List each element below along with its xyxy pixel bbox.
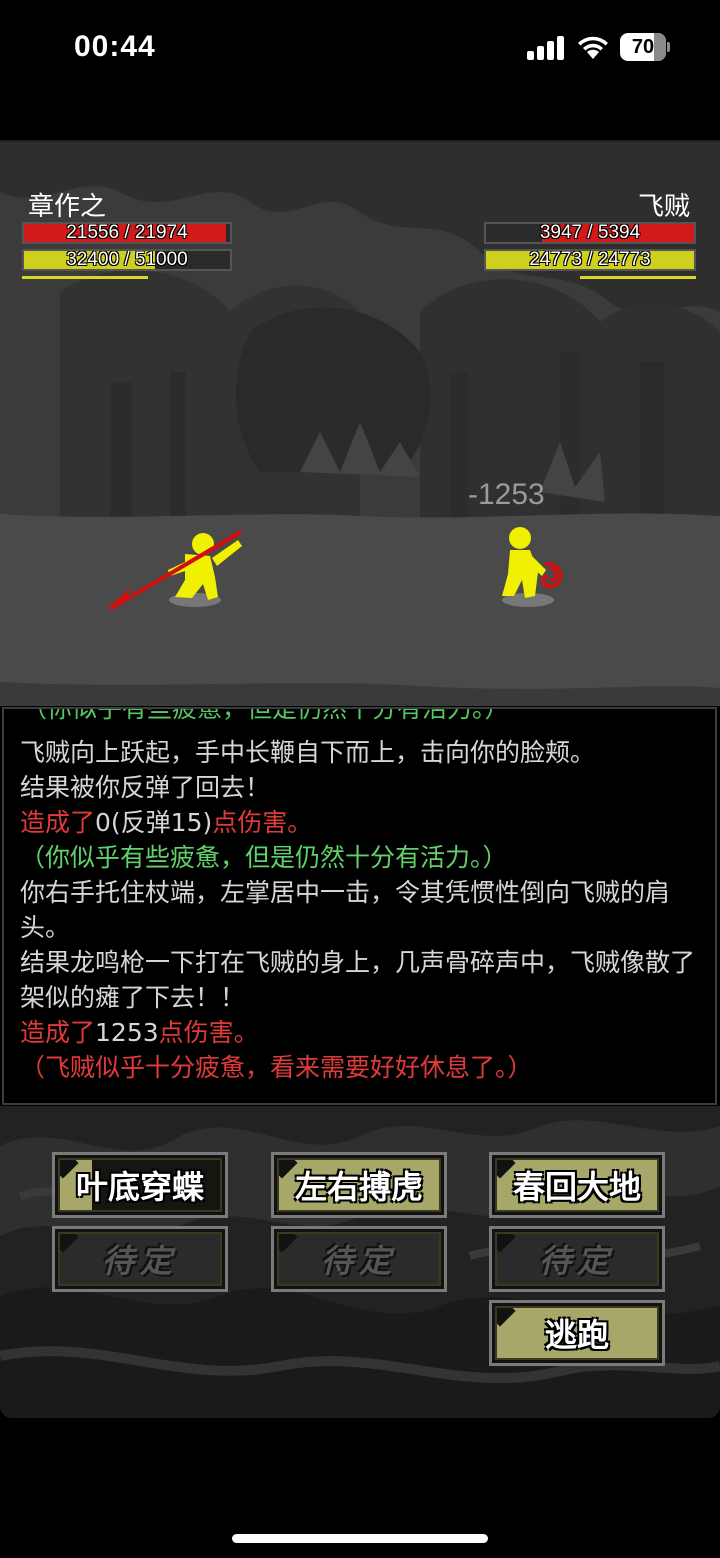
status-bar: 00:44 70 xyxy=(0,0,720,96)
skill-button-2[interactable]: 左右搏虎 xyxy=(271,1152,447,1218)
player-character xyxy=(108,530,242,610)
slot-label-2: 待定 xyxy=(320,1242,397,1280)
log-line: 结果被你反弹了回去！ xyxy=(20,773,271,802)
damage-popup: -1253 xyxy=(468,478,545,511)
enemy-mp-bar: 24773 / 24773 xyxy=(484,249,696,271)
slot-label-3: 待定 xyxy=(538,1242,615,1280)
player-mp-text: 32400 / 51000 xyxy=(66,249,188,270)
enemy-name: 飞贼 xyxy=(637,192,690,222)
log-line: 你右手托住杖端，左掌居中一击，令其凭惯性倒向飞贼的肩头。 xyxy=(20,878,671,942)
battery-percent: 70 xyxy=(631,36,655,58)
player-name: 章作之 xyxy=(28,192,107,222)
log-line: 飞贼向上跃起，手中长鞭自下而上，击向你的脸颊。 xyxy=(20,738,596,767)
skill-label-2: 左右搏虎 xyxy=(294,1168,423,1206)
enemy-mp-text: 24773 / 24773 xyxy=(529,249,651,270)
player-hp-text: 21556 / 21974 xyxy=(66,222,188,243)
battery-icon: 70 xyxy=(620,33,670,61)
enemy-character xyxy=(502,527,563,598)
home-indicator[interactable] xyxy=(232,1534,488,1543)
player-hp-bar: 21556 / 21974 xyxy=(22,222,232,244)
player-mp-bar: 32400 / 51000 xyxy=(22,249,232,271)
log-damage-line: 造成了0(反弹15)点伤害。 xyxy=(20,808,313,837)
skill-button-1[interactable]: 叶底穿蝶 xyxy=(52,1152,228,1218)
player-underline xyxy=(22,276,148,279)
empty-slot-button-3[interactable]: 待定 xyxy=(489,1226,665,1292)
flee-button[interactable]: 逃跑 xyxy=(489,1300,665,1366)
wifi-icon xyxy=(578,36,608,59)
skill-label-3: 春回大地 xyxy=(512,1168,641,1206)
flee-label: 逃跑 xyxy=(544,1316,609,1354)
log-line: 结果龙鸣枪一下打在飞贼的身上，几声骨碎声中，飞贼像散了架似的瘫了下去！！ xyxy=(20,948,696,1012)
cellular-signal-icon xyxy=(527,36,565,60)
log-damage-line: 造成了1253点伤害。 xyxy=(20,1018,259,1047)
status-time: 00:44 xyxy=(74,30,156,63)
skill-button-3[interactable]: 春回大地 xyxy=(489,1152,665,1218)
empty-slot-button-2[interactable]: 待定 xyxy=(271,1226,447,1292)
combat-log[interactable]: （你似乎有些疲惫，但是仍然十分有活力。） 飞贼向上跃起，手中长鞭自下而上，击向你… xyxy=(2,707,717,1105)
empty-slot-button-1[interactable]: 待定 xyxy=(52,1226,228,1292)
log-cut-line: （你似乎有些疲惫，但是仍然十分有活力。） xyxy=(22,707,510,723)
enemy-underline xyxy=(580,276,696,279)
action-panel: 叶底穿蝶 左右搏虎 春回大地 待定 待定 待定 逃跑 xyxy=(0,1106,720,1418)
battle-scene: 章作之 飞贼 21556 / 21974 32400 / 51000 3947 … xyxy=(0,140,720,706)
skill-label-1: 叶底穿蝶 xyxy=(75,1168,204,1206)
enemy-hp-bar: 3947 / 5394 xyxy=(484,222,696,244)
log-status-line: （你似乎有些疲惫，但是仍然十分有活力。） xyxy=(20,843,508,872)
enemy-hp-text: 3947 / 5394 xyxy=(539,222,641,243)
slot-label-1: 待定 xyxy=(101,1242,178,1280)
log-status-line: （飞贼似乎十分疲惫，看来需要好好休息了。） xyxy=(20,1053,533,1082)
